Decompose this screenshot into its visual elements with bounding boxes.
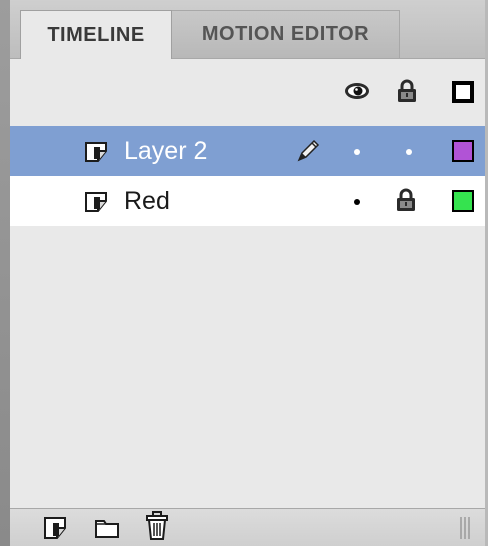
layer-header-row <box>10 59 485 123</box>
tab-motion-editor[interactable]: MOTION EDITOR <box>172 10 400 58</box>
layer-page-icon <box>85 142 107 162</box>
lock-icon[interactable] <box>395 188 417 212</box>
outline-icon[interactable] <box>452 81 474 103</box>
layer-page-icon <box>85 192 107 212</box>
visibility-dot[interactable] <box>354 199 360 205</box>
pencil-icon <box>297 139 320 162</box>
visibility-dot[interactable] <box>354 149 360 155</box>
resize-grip-icon[interactable] <box>458 515 472 541</box>
layer-row[interactable]: Layer 2 <box>10 126 485 176</box>
outline-color-swatch[interactable] <box>452 190 474 212</box>
lock-icon[interactable] <box>396 79 418 103</box>
layer-name[interactable]: Layer 2 <box>124 136 207 166</box>
eye-icon[interactable] <box>344 81 370 101</box>
new-folder-icon[interactable] <box>94 515 120 541</box>
tab-bar: TIMELINE MOTION EDITOR <box>10 0 485 59</box>
tab-timeline[interactable]: TIMELINE <box>20 10 172 59</box>
layer-row[interactable]: Red <box>10 176 485 226</box>
layer-name[interactable]: Red <box>124 186 170 216</box>
lock-dot[interactable] <box>406 149 412 155</box>
timeline-panel: TIMELINE MOTION EDITOR Layer 2 Red <box>0 0 488 546</box>
delete-layer-icon[interactable] <box>144 511 170 541</box>
bottom-toolbar <box>10 508 485 546</box>
window-edge-left <box>0 0 10 546</box>
outline-color-swatch[interactable] <box>452 140 474 162</box>
new-layer-icon[interactable] <box>42 515 68 541</box>
empty-layer-area <box>10 226 485 508</box>
